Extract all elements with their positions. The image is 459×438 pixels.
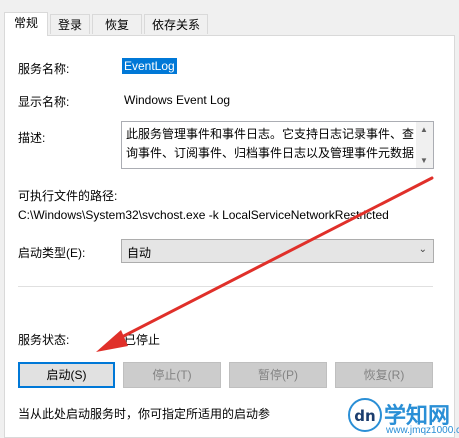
stop-button[interactable]: 停止(T) — [123, 362, 221, 388]
divider — [18, 286, 433, 287]
tab-logon[interactable]: 登录 — [50, 14, 90, 34]
scroll-up-icon[interactable]: ▲ — [420, 125, 428, 134]
service-name-label: 服务名称: — [18, 62, 70, 76]
tab-bar: 常规 登录 恢复 依存关系 — [0, 12, 459, 36]
startup-type-label: 启动类型(E): — [18, 246, 86, 260]
service-name-value[interactable]: EventLog — [122, 58, 177, 74]
scroll-down-icon[interactable]: ▼ — [420, 156, 428, 165]
start-parameters-note: 当从此处启动服务时，你可指定所适用的启动参 — [18, 407, 271, 421]
service-status-label: 服务状态: — [18, 333, 70, 347]
startup-type-select[interactable]: 自动 ⌄ — [121, 239, 434, 263]
description-scrollbar[interactable]: ▲ ▼ — [416, 122, 433, 168]
tab-recovery[interactable]: 恢复 — [92, 14, 142, 34]
exe-path-label: 可执行文件的路径: — [18, 189, 118, 203]
service-name-text[interactable]: EventLog — [122, 58, 177, 74]
service-status-value: 已停止 — [124, 333, 161, 347]
tab-dependencies[interactable]: 依存关系 — [144, 14, 208, 34]
description-text: 此服务管理事件和事件日志。它支持日志记录事件、查询事件、订阅事件、归档事件日志以… — [126, 127, 415, 160]
description-label: 描述: — [18, 131, 46, 145]
resume-button[interactable]: 恢复(R) — [335, 362, 433, 388]
display-name-label: 显示名称: — [18, 95, 70, 109]
start-button[interactable]: 启动(S) — [18, 362, 115, 388]
description-textbox[interactable]: 此服务管理事件和事件日志。它支持日志记录事件、查询事件、订阅事件、归档事件日志以… — [121, 121, 434, 169]
watermark-url: www.jmqz1000.com — [386, 425, 459, 436]
tab-general[interactable]: 常规 — [4, 12, 48, 36]
svg-text:dn: dn — [354, 407, 375, 425]
display-name-value[interactable]: Windows Event Log — [124, 93, 230, 107]
watermark-logo-icon: dn — [348, 398, 382, 432]
chevron-down-icon: ⌄ — [418, 244, 427, 255]
watermark: dn 学知网 www.jmqz1000.com — [348, 398, 459, 436]
exe-path-value[interactable]: C:\Windows\System32\svchost.exe -k Local… — [18, 208, 389, 222]
startup-type-value: 自动 — [127, 246, 152, 260]
pause-button[interactable]: 暂停(P) — [229, 362, 327, 388]
